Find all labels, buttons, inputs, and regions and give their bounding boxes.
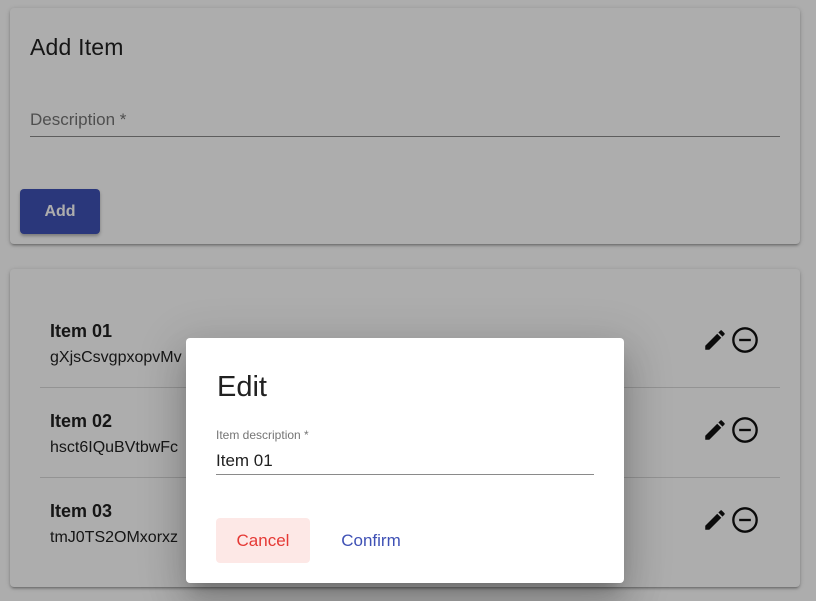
item-description-input[interactable] — [216, 448, 594, 475]
edit-dialog: Edit Item description * Cancel Confirm — [186, 338, 624, 583]
confirm-button[interactable]: Confirm — [324, 518, 418, 563]
cancel-button[interactable]: Cancel — [216, 518, 310, 563]
dialog-title: Edit — [217, 371, 267, 403]
item-description-label: Item description * — [216, 428, 309, 442]
